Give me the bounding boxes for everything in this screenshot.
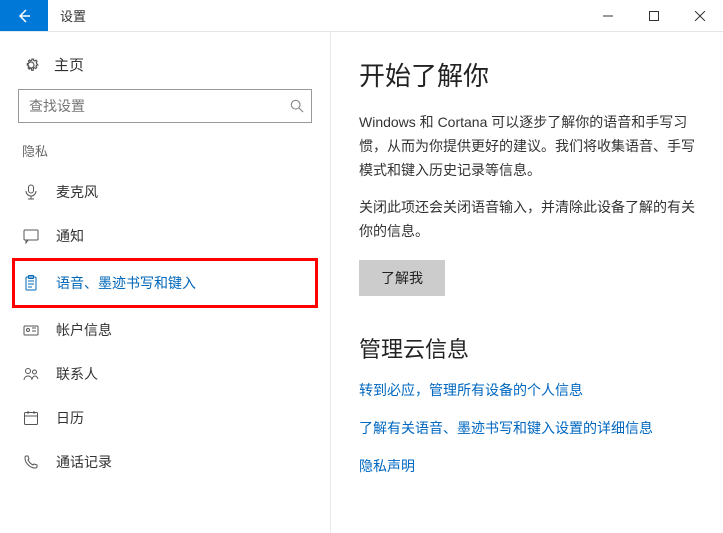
sidebar-item-label: 麦克风 — [56, 182, 98, 202]
sidebar-item-label: 帐户信息 — [56, 320, 112, 340]
sidebar-item-account-info[interactable]: 帐户信息 — [0, 308, 330, 352]
page-heading: 开始了解你 — [359, 56, 699, 93]
minimize-button[interactable] — [585, 0, 631, 31]
sidebar-item-contacts[interactable]: 联系人 — [0, 352, 330, 396]
maximize-button[interactable] — [631, 0, 677, 31]
sidebar-item-label: 日历 — [56, 408, 84, 428]
get-to-know-me-button[interactable]: 了解我 — [359, 260, 445, 296]
window-title: 设置 — [48, 0, 98, 31]
learn-more-link[interactable]: 了解有关语音、墨迹书写和键入设置的详细信息 — [359, 418, 699, 438]
bing-personal-info-link[interactable]: 转到必应，管理所有设备的个人信息 — [359, 380, 699, 400]
calendar-icon — [22, 410, 40, 426]
home-label: 主页 — [54, 54, 84, 75]
sidebar-item-label: 联系人 — [56, 364, 98, 384]
clipboard-icon — [22, 275, 40, 291]
account-icon — [22, 322, 40, 338]
maximize-icon — [649, 11, 659, 21]
section-label: 隐私 — [0, 141, 330, 170]
sidebar-item-label: 通话记录 — [56, 452, 112, 472]
main-content: 开始了解你 Windows 和 Cortana 可以逐步了解你的语音和手写习惯，… — [330, 32, 723, 533]
sidebar-item-microphone[interactable]: 麦克风 — [0, 170, 330, 214]
sidebar-item-label: 语音、墨迹书写和键入 — [56, 273, 196, 293]
sidebar: 主页 隐私 麦克风 通知 — [0, 32, 330, 533]
microphone-icon — [22, 184, 40, 200]
close-button[interactable] — [677, 0, 723, 31]
description-1: Windows 和 Cortana 可以逐步了解你的语音和手写习惯，从而为你提供… — [359, 111, 699, 182]
minimize-icon — [603, 11, 613, 21]
sidebar-item-label: 通知 — [56, 226, 84, 246]
home-link[interactable]: 主页 — [0, 48, 330, 89]
section-heading: 管理云信息 — [359, 332, 699, 364]
sidebar-item-call-history[interactable]: 通话记录 — [0, 440, 330, 484]
notification-icon — [22, 228, 40, 244]
annotation-highlight: 语音、墨迹书写和键入 — [12, 258, 318, 308]
description-2: 关闭此项还会关闭语音输入，并清除此设备了解的有关你的信息。 — [359, 196, 699, 244]
contacts-icon — [22, 366, 40, 382]
close-icon — [695, 11, 705, 21]
sidebar-item-notifications[interactable]: 通知 — [0, 214, 330, 258]
sidebar-item-speech-inking-typing[interactable]: 语音、墨迹书写和键入 — [22, 261, 308, 305]
privacy-statement-link[interactable]: 隐私声明 — [359, 456, 699, 476]
sidebar-item-calendar[interactable]: 日历 — [0, 396, 330, 440]
arrow-left-icon — [16, 8, 32, 24]
gear-icon — [22, 56, 40, 74]
back-button[interactable] — [0, 0, 48, 31]
phone-icon — [22, 454, 40, 470]
search-input[interactable] — [18, 89, 312, 123]
